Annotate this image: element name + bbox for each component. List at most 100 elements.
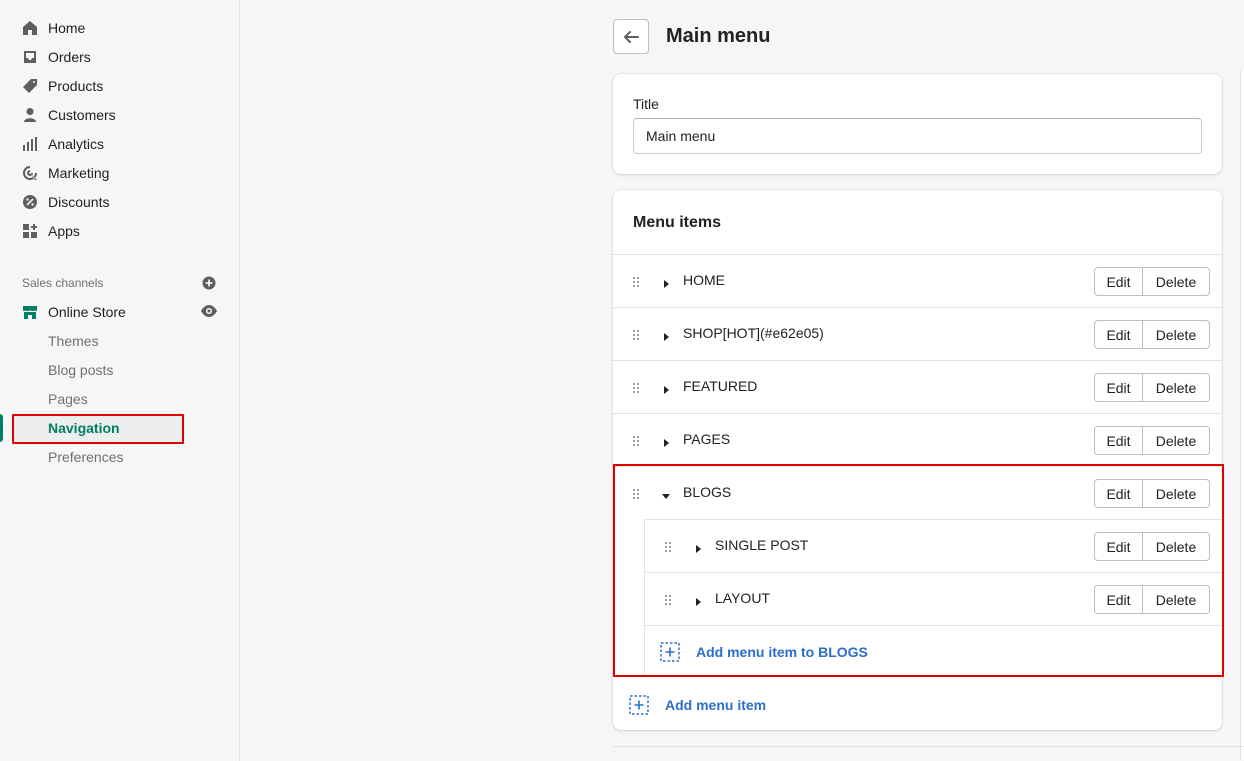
sidebar-subitem-preferences[interactable]: Preferences (48, 445, 123, 469)
row-actions: Edit Delete (1094, 320, 1210, 349)
drag-handle-icon[interactable] (664, 593, 672, 606)
page-title: Main menu (666, 25, 771, 47)
add-menu-item-link[interactable]: Add menu item (629, 695, 766, 715)
menu-item-row: SHOP[HOT](#e62e05) Edit Delete (613, 307, 1222, 360)
delete-button[interactable]: Delete (1143, 373, 1210, 402)
menu-item-row: HOME Edit Delete (613, 254, 1222, 307)
caret-right-icon[interactable] (693, 541, 703, 553)
caret-right-icon[interactable] (661, 435, 671, 447)
caret-right-icon[interactable] (661, 276, 671, 288)
sidebar-subitem-blog-posts[interactable]: Blog posts (48, 358, 113, 382)
sidebar-item-products[interactable]: Products (22, 74, 103, 98)
eye-icon[interactable] (200, 304, 218, 318)
back-button[interactable] (613, 19, 649, 54)
add-child-row: Add menu item to BLOGS (644, 625, 1222, 677)
sidebar-item-label: Discounts (48, 194, 110, 210)
sidebar-item-label: Analytics (48, 136, 105, 152)
edit-button[interactable]: Edit (1094, 532, 1143, 561)
sidebar-subitem-pages[interactable]: Pages (48, 387, 88, 411)
sidebar-item-label: Apps (48, 223, 80, 239)
sidebar-subitem-themes[interactable]: Themes (48, 329, 99, 353)
target-icon (22, 165, 38, 181)
drag-handle-icon[interactable] (632, 487, 640, 500)
person-icon (22, 107, 38, 123)
divider (613, 746, 1244, 747)
sidebar-item-customers[interactable]: Customers (22, 103, 116, 127)
delete-button[interactable]: Delete (1143, 585, 1210, 614)
caret-right-icon[interactable] (693, 594, 703, 606)
caret-right-icon[interactable] (661, 329, 671, 341)
sidebar-item-apps[interactable]: Apps (22, 219, 80, 243)
drag-handle-icon[interactable] (632, 275, 640, 288)
menu-item-label: BLOGS (683, 484, 732, 500)
delete-button[interactable]: Delete (1143, 320, 1210, 349)
sidebar-item-orders[interactable]: Orders (22, 45, 91, 69)
bar-chart-icon (22, 136, 38, 152)
apps-icon (22, 223, 38, 239)
sales-channels-heading: Sales channels (22, 276, 104, 290)
submenu-item-row: LAYOUT Edit Delete (644, 572, 1222, 625)
menu-items-heading: Menu items (633, 214, 722, 231)
edit-button[interactable]: Edit (1094, 373, 1143, 402)
title-input[interactable] (633, 118, 1202, 154)
menu-item-label: SHOP[HOT](#e62e05) (683, 325, 824, 341)
drag-handle-icon[interactable] (632, 328, 640, 341)
delete-button[interactable]: Delete (1143, 267, 1210, 296)
edit-button[interactable]: Edit (1094, 479, 1143, 508)
delete-button[interactable]: Delete (1143, 479, 1210, 508)
submenu-item-row: SINGLE POST Edit Delete (644, 519, 1222, 572)
sidebar-item-label: Online Store (48, 304, 126, 320)
store-icon (22, 304, 38, 320)
sidebar-item-analytics[interactable]: Analytics (22, 132, 104, 156)
orders-icon (22, 49, 38, 65)
row-actions: Edit Delete (1094, 373, 1210, 402)
delete-button[interactable]: Delete (1143, 532, 1210, 561)
row-actions: Edit Delete (1094, 585, 1210, 614)
drag-handle-icon[interactable] (632, 381, 640, 394)
row-actions: Edit Delete (1094, 532, 1210, 561)
sidebar-subitem-navigation[interactable]: Navigation (48, 416, 120, 440)
menu-item-label: HOME (683, 272, 725, 288)
active-indicator (0, 414, 3, 442)
sidebar-item-marketing[interactable]: Marketing (22, 161, 109, 185)
menu-item-row: FEATURED Edit Delete (613, 360, 1222, 413)
sidebar: Home Orders Products Customers Analytics… (0, 0, 240, 761)
edit-button[interactable]: Edit (1094, 320, 1143, 349)
add-child-menu-item-link[interactable]: Add menu item to BLOGS (660, 642, 868, 662)
home-icon (22, 20, 38, 36)
add-child-menu-item-label: Add menu item to BLOGS (696, 644, 868, 660)
add-item-icon (660, 642, 680, 662)
sidebar-item-label: Orders (48, 49, 91, 65)
tag-icon (22, 78, 38, 94)
sidebar-item-online-store[interactable]: Online Store (22, 300, 126, 324)
row-actions: Edit Delete (1094, 267, 1210, 296)
title-card: Title (613, 74, 1222, 174)
caret-down-icon[interactable] (661, 488, 671, 499)
row-actions: Edit Delete (1094, 426, 1210, 455)
delete-button[interactable]: Delete (1143, 426, 1210, 455)
edit-button[interactable]: Edit (1094, 267, 1143, 296)
sidebar-item-discounts[interactable]: Discounts (22, 190, 109, 214)
menu-item-row: PAGES Edit Delete (613, 413, 1222, 466)
add-circle-icon[interactable] (202, 276, 216, 290)
menu-item-row: BLOGS Edit Delete (613, 466, 1222, 519)
title-field-label: Title (633, 96, 659, 112)
sidebar-item-label: Home (48, 20, 86, 36)
drag-handle-icon[interactable] (632, 434, 640, 447)
edit-button[interactable]: Edit (1094, 585, 1143, 614)
drag-handle-icon[interactable] (664, 540, 672, 553)
sidebar-item-home[interactable]: Home (22, 16, 85, 40)
submenu-item-label: SINGLE POST (715, 537, 809, 553)
sidebar-item-label: Customers (48, 107, 116, 123)
menu-items-card: Menu items HOME Edit Delete SHOP[HOT](#e… (613, 190, 1222, 730)
add-item-icon (629, 695, 649, 715)
add-menu-item-label: Add menu item (665, 697, 767, 713)
menu-item-label: PAGES (683, 431, 731, 447)
discount-icon (22, 194, 38, 210)
row-actions: Edit Delete (1094, 479, 1210, 508)
arrow-left-icon (624, 30, 639, 43)
sidebar-item-label: Marketing (48, 165, 110, 181)
edit-button[interactable]: Edit (1094, 426, 1143, 455)
submenu-item-label: LAYOUT (715, 590, 770, 606)
caret-right-icon[interactable] (661, 382, 671, 394)
